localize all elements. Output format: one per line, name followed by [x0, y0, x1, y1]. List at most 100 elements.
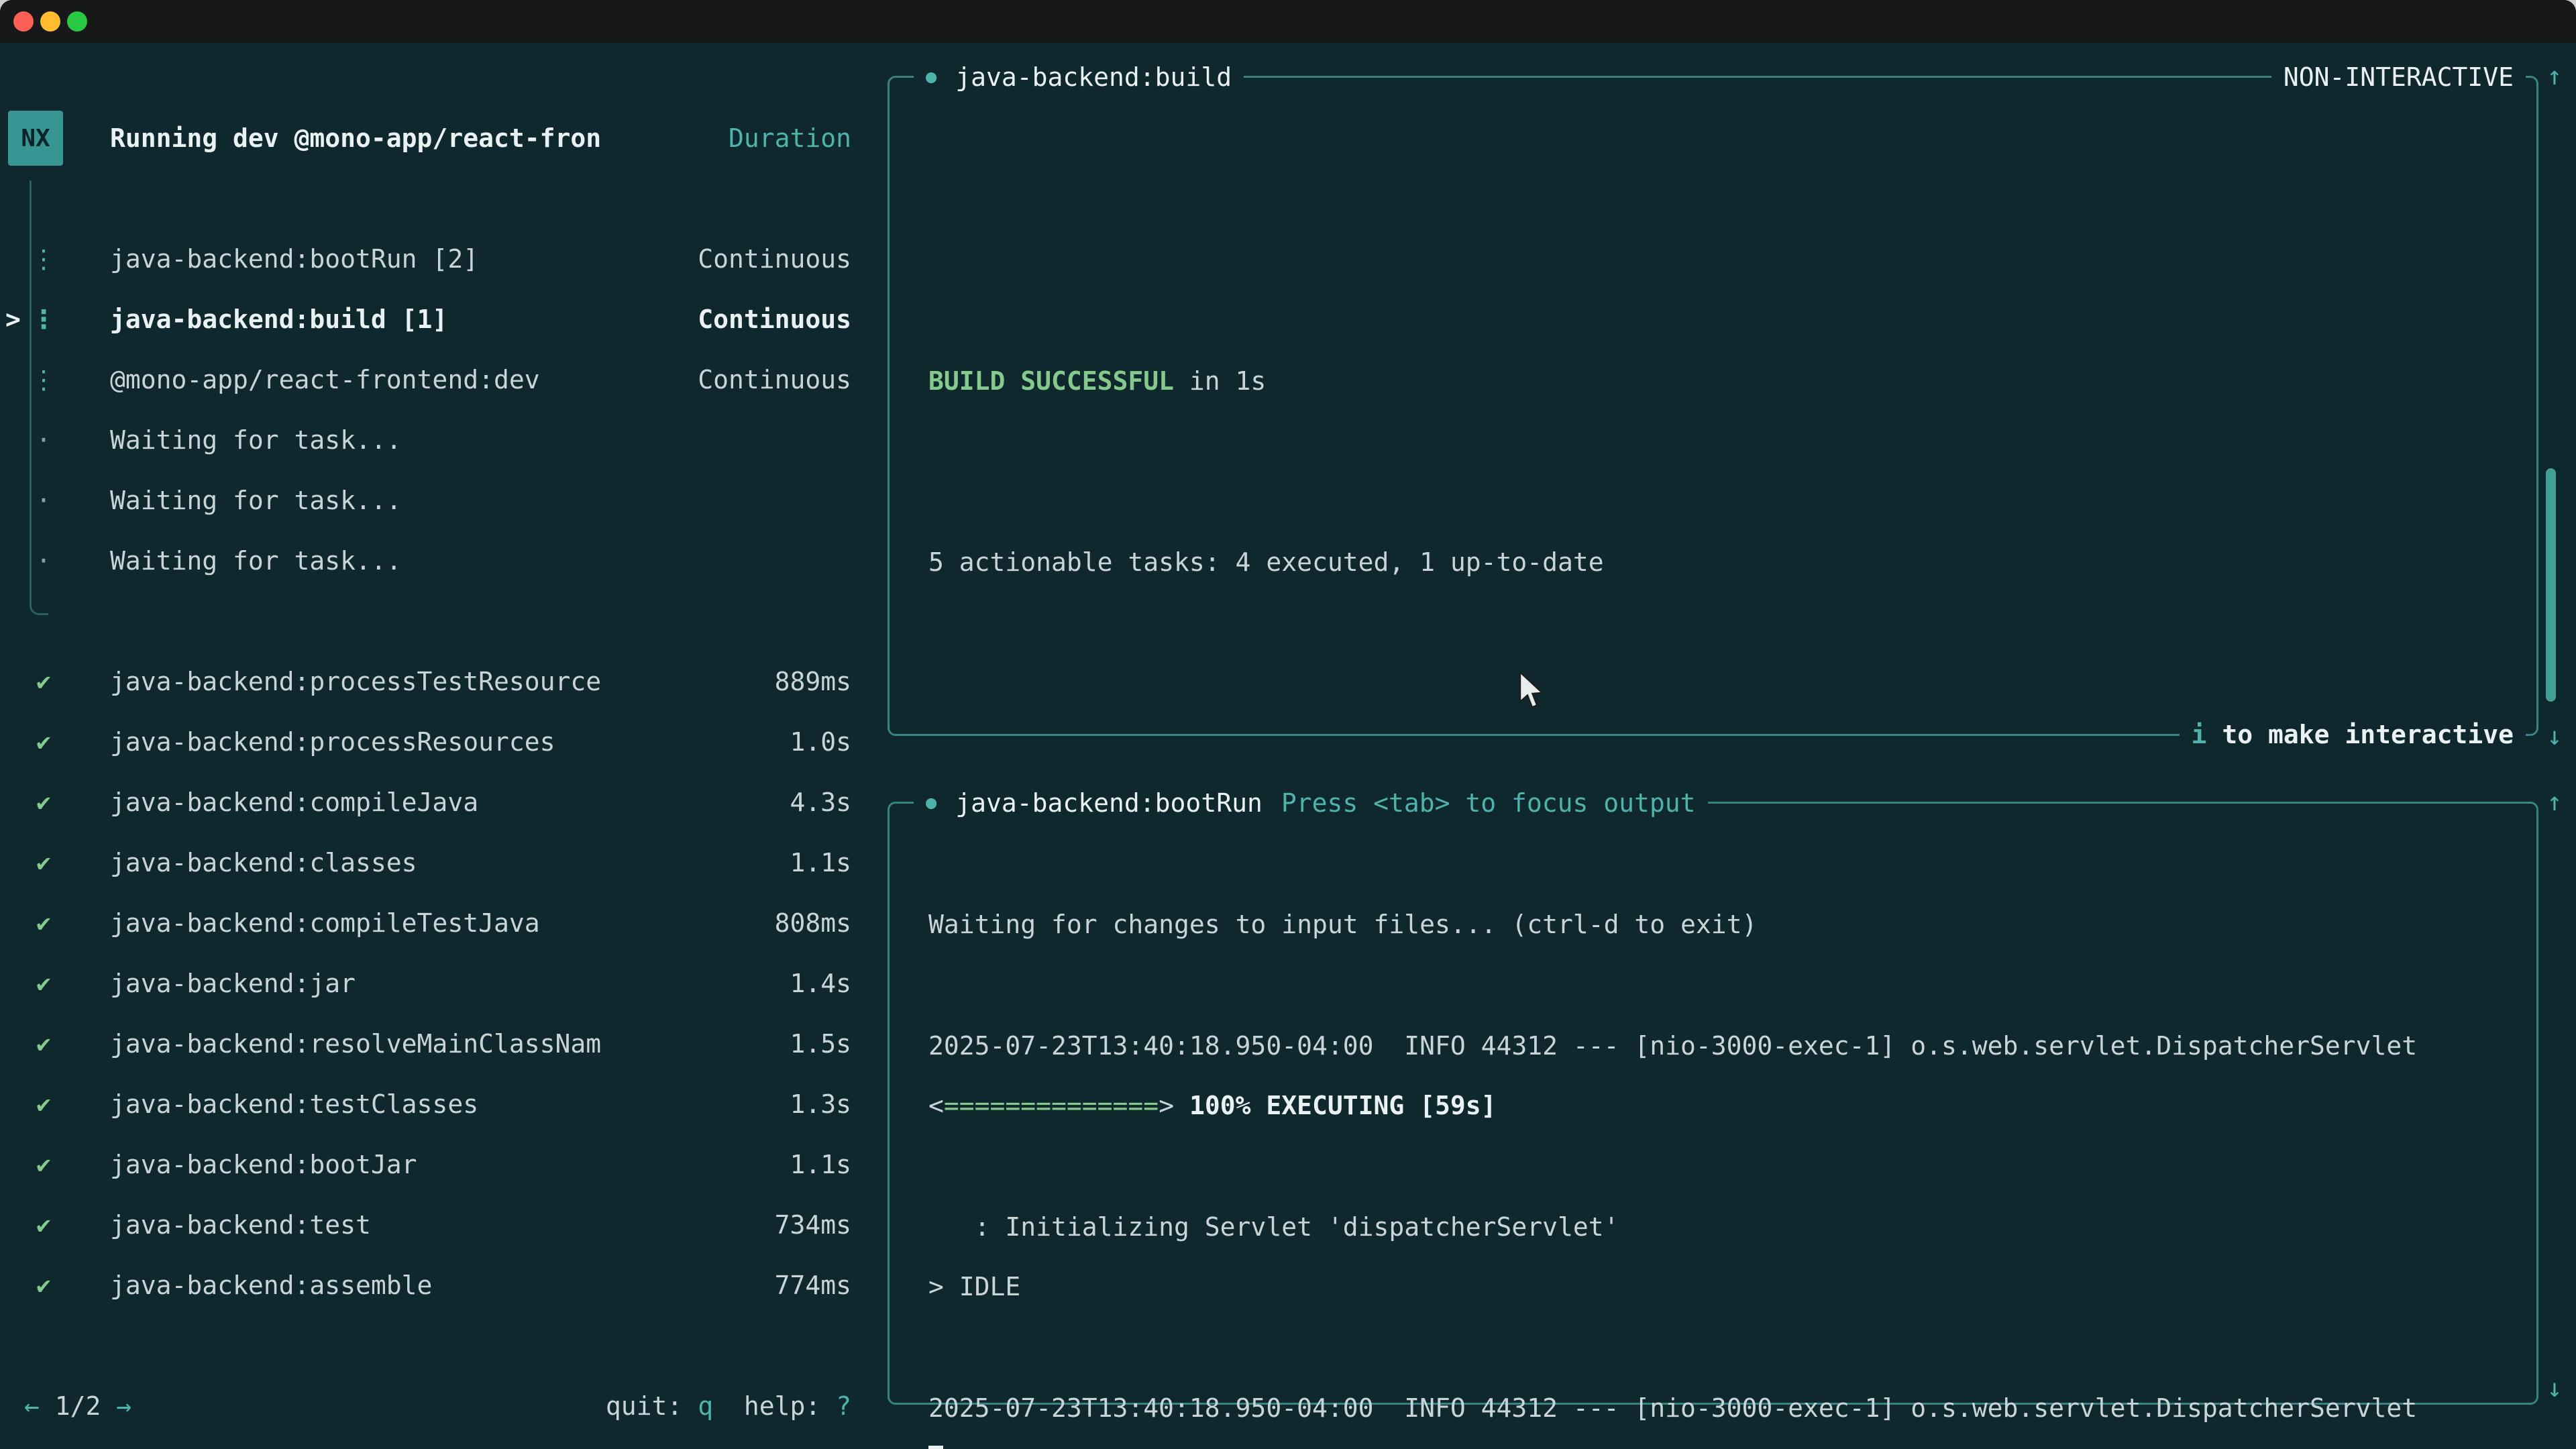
bootrun-output[interactable]: 2025-07-23T13:40:18.950-04:00 INFO 44312…: [928, 804, 2507, 1449]
pagination-control[interactable]: ← 1/2 →: [24, 1391, 131, 1421]
check-icon: ✔: [25, 1272, 62, 1299]
page-indicator: 1/2: [55, 1391, 101, 1421]
maximize-window-button[interactable]: [67, 11, 87, 32]
sidebar-footer: ← 1/2 → quit: q help: ?: [0, 1376, 879, 1436]
task-row-done[interactable]: ✔ java-backend:resolveMainClassNam 1.5s: [0, 1014, 879, 1074]
help-key: ?: [836, 1391, 851, 1421]
check-icon: ✔: [25, 1091, 62, 1118]
running-spinner-icon: ⋮: [25, 305, 62, 334]
task-row-done[interactable]: ✔ java-backend:testClasses 1.3s: [0, 1074, 879, 1134]
build-status-line: BUILD SUCCESSFUL in 1s: [928, 351, 2507, 411]
task-duration: 1.5s: [790, 1029, 851, 1059]
task-duration: 734ms: [775, 1210, 851, 1240]
waiting-dot-icon: ·: [25, 546, 62, 576]
task-duration: 774ms: [775, 1271, 851, 1300]
sidebar-header: Running dev @mono-app/react-fron Duratio…: [0, 108, 879, 168]
mouse-cursor: [1517, 671, 1551, 711]
build-duration-text: in 1s: [1174, 366, 1266, 396]
task-label: java-backend:bootJar: [110, 1150, 417, 1179]
scroll-down-icon[interactable]: ↓: [2538, 718, 2571, 754]
check-icon: ✔: [25, 970, 62, 998]
task-label: java-backend:jar: [110, 969, 356, 998]
log-line: 2025-07-23T13:40:18.950-04:00 INFO 44312…: [928, 1016, 2507, 1076]
task-row-done[interactable]: ✔ java-backend:compileJava 4.3s: [0, 772, 879, 833]
scroll-up-icon[interactable]: ↑: [2538, 58, 2571, 94]
task-row-waiting[interactable]: · Waiting for task...: [0, 470, 879, 531]
check-icon: ✔: [25, 789, 62, 816]
interactive-hint-text: to make interactive: [2206, 720, 2514, 749]
task-label: Waiting for task...: [110, 486, 402, 515]
task-sidebar: NX Running dev @mono-app/react-fron Dura…: [0, 43, 879, 1449]
task-row-done[interactable]: ✔ java-backend:test 734ms: [0, 1195, 879, 1255]
task-row-done[interactable]: ✔ java-backend:assemble 774ms: [0, 1255, 879, 1316]
task-duration: 808ms: [775, 908, 851, 938]
check-icon: ✔: [25, 729, 62, 756]
task-row-react-dev[interactable]: ⋮ @mono-app/react-frontend:dev Continuou…: [0, 350, 879, 410]
task-label: Waiting for task...: [110, 425, 402, 455]
task-duration: 1.1s: [790, 848, 851, 877]
task-label: java-backend:processTestResource: [110, 667, 601, 696]
task-row-waiting[interactable]: · Waiting for task...: [0, 410, 879, 470]
task-row-build-selected[interactable]: > ⋮ java-backend:build [1] Continuous: [0, 289, 879, 350]
close-window-button[interactable]: [13, 11, 34, 32]
task-label: java-backend:testClasses: [110, 1089, 478, 1119]
check-icon: ✔: [25, 1212, 62, 1239]
check-icon: ✔: [25, 668, 62, 696]
task-label: java-backend:bootRun [2]: [110, 244, 478, 274]
task-row-done[interactable]: ✔ java-backend:processTestResource 889ms: [0, 651, 879, 712]
terminal-window: NX Running dev @mono-app/react-fron Dura…: [0, 0, 2576, 1449]
task-duration: 1.3s: [790, 1089, 851, 1119]
task-label: java-backend:test: [110, 1210, 371, 1240]
task-row-waiting[interactable]: · Waiting for task...: [0, 531, 879, 591]
task-label: java-backend:processResources: [110, 727, 555, 757]
waiting-dot-icon: ·: [25, 486, 62, 515]
interactive-hint-key: i: [2192, 720, 2207, 749]
build-success-text: BUILD SUCCESSFUL: [928, 366, 1174, 396]
help-hint: quit: q help: ?: [606, 1391, 851, 1421]
check-icon: ✔: [25, 849, 62, 877]
quit-label: quit:: [606, 1391, 698, 1421]
quit-key: q: [698, 1391, 713, 1421]
task-row-done[interactable]: ✔ java-backend:processResources 1.0s: [0, 712, 879, 772]
task-row-done[interactable]: ✔ java-backend:compileTestJava 808ms: [0, 893, 879, 953]
minimize-window-button[interactable]: [40, 11, 60, 32]
nx-tui: NX Running dev @mono-app/react-fron Dura…: [0, 43, 2576, 1449]
task-duration: 1.1s: [790, 1150, 851, 1179]
build-output-panel: ● java-backend:build NON-INTERACTIVE BUI…: [888, 76, 2538, 736]
task-label: Waiting for task...: [110, 546, 402, 576]
task-status: Continuous: [698, 244, 851, 274]
scrollbar-thumb[interactable]: [2546, 468, 2556, 702]
interactive-hint[interactable]: i to make interactive: [2180, 716, 2526, 753]
log-line: 2025-07-23T13:40:18.950-04:00 INFO 44312…: [928, 1378, 2507, 1438]
task-duration: 4.3s: [790, 788, 851, 817]
task-duration: 889ms: [775, 667, 851, 696]
page-next-icon[interactable]: →: [116, 1391, 131, 1421]
task-label: java-backend:classes: [110, 848, 417, 877]
task-status: Continuous: [698, 305, 851, 334]
scroll-up-icon[interactable]: ↑: [2538, 784, 2571, 820]
task-label: java-backend:compileTestJava: [110, 908, 540, 938]
task-label: java-backend:compileJava: [110, 788, 478, 817]
page-prev-icon[interactable]: ←: [24, 1391, 40, 1421]
running-spinner-icon: ⋮: [25, 244, 62, 274]
task-label: java-backend:resolveMainClassNam: [110, 1029, 601, 1059]
help-label: help:: [713, 1391, 836, 1421]
task-label: @mono-app/react-frontend:dev: [110, 365, 540, 394]
sidebar-title: Running dev @mono-app/react-fron: [110, 123, 601, 153]
log-line: : Initializing Servlet 'dispatcherServle…: [928, 1197, 2507, 1257]
task-row-bootrun[interactable]: ⋮ java-backend:bootRun [2] Continuous: [0, 229, 879, 289]
task-duration: 1.4s: [790, 969, 851, 998]
task-duration: 1.0s: [790, 727, 851, 757]
bootrun-output-panel: ● java-backend:bootRun Press <tab> to fo…: [888, 802, 2538, 1405]
check-icon: ✔: [25, 1151, 62, 1179]
task-row-done[interactable]: ✔ java-backend:classes 1.1s: [0, 833, 879, 893]
scroll-down-icon[interactable]: ↓: [2538, 1370, 2571, 1406]
task-label: java-backend:build [1]: [110, 305, 447, 334]
task-row-done[interactable]: ✔ java-backend:bootJar 1.1s: [0, 1134, 879, 1195]
tasks-summary-line: 5 actionable tasks: 4 executed, 1 up-to-…: [928, 532, 2507, 592]
window-titlebar: [0, 0, 2576, 43]
check-icon: ✔: [25, 910, 62, 937]
task-row-done[interactable]: ✔ java-backend:jar 1.4s: [0, 953, 879, 1014]
running-spinner-icon: ⋮: [25, 365, 62, 394]
check-icon: ✔: [25, 1030, 62, 1058]
